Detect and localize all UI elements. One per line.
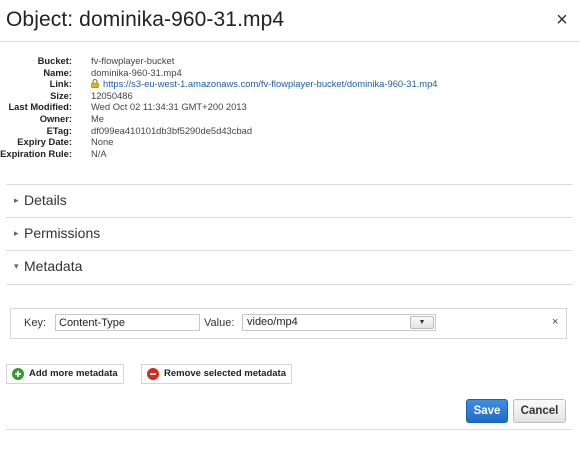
- property-key: ETag:: [46, 124, 72, 136]
- property-key: Size:: [50, 89, 72, 101]
- lock-icon: [91, 79, 99, 89]
- section-label: Metadata: [24, 258, 83, 274]
- section-permissions[interactable]: ▸ Permissions: [6, 218, 573, 250]
- property-key: Expiration Rule:: [0, 147, 72, 159]
- property-key: Link:: [49, 78, 72, 90]
- property-value: None: [91, 136, 114, 148]
- property-row: Size: 12050486: [0, 90, 570, 102]
- metadata-key-label: Key:: [24, 317, 47, 329]
- remove-row-icon[interactable]: ×: [552, 316, 558, 328]
- property-key: Expiry Date:: [17, 136, 72, 148]
- property-row: Last Modified: Wed Oct 02 11:34:31 GMT+2…: [0, 101, 570, 113]
- close-icon[interactable]: ×: [551, 9, 573, 31]
- remove-icon: [147, 368, 159, 380]
- object-link[interactable]: https://s3-eu-west-1.amazonaws.com/fv-fl…: [91, 78, 438, 90]
- cancel-button[interactable]: Cancel: [513, 399, 566, 423]
- object-link-url[interactable]: https://s3-eu-west-1.amazonaws.com/fv-fl…: [103, 78, 438, 89]
- property-value: 12050486: [91, 89, 133, 101]
- property-value: Wed Oct 02 11:34:31 GMT+200 2013: [91, 101, 247, 113]
- property-row: Expiration Rule: N/A: [0, 148, 570, 160]
- section-label: Permissions: [24, 225, 101, 241]
- dropdown-arrow-icon[interactable]: ▼: [410, 316, 434, 329]
- chevron-right-icon: ▸: [14, 195, 19, 205]
- remove-metadata-label: Remove selected metadata: [164, 368, 286, 379]
- dialog-header: Object: dominika-960-31.mp4 ×: [0, 0, 580, 42]
- property-key: Last Modified:: [8, 101, 72, 113]
- property-value: N/A: [91, 147, 107, 159]
- property-key: Bucket:: [37, 55, 72, 66]
- property-row: Link: https://s3-eu-west-1.amazonaws.com…: [0, 78, 570, 90]
- property-value: Me: [91, 112, 105, 124]
- property-row: Owner: Me: [0, 113, 570, 125]
- section-details[interactable]: ▸ Details: [6, 185, 573, 217]
- property-key: Owner:: [39, 112, 72, 124]
- object-properties: Bucket: fv-flowplayer-bucket Name: domin…: [0, 55, 570, 159]
- metadata-value-label: Value:: [204, 317, 235, 329]
- remove-metadata-button[interactable]: Remove selected metadata: [141, 364, 292, 384]
- property-value: fv-flowplayer-bucket: [91, 55, 175, 66]
- property-row: ETag: df099ea410101db3bf5290de5d43cbad: [0, 125, 570, 137]
- divider: [6, 284, 573, 285]
- metadata-value-selected: video/mp4: [247, 316, 298, 328]
- section-metadata[interactable]: ▾ Metadata: [6, 251, 573, 283]
- metadata-row[interactable]: Key: Value: video/mp4 ▼ ×: [10, 308, 567, 339]
- add-metadata-button[interactable]: Add more metadata: [6, 364, 124, 384]
- property-key: Name:: [43, 66, 72, 78]
- divider: [6, 429, 573, 430]
- add-metadata-label: Add more metadata: [29, 368, 118, 379]
- property-row: Expiry Date: None: [0, 136, 570, 148]
- property-row: Name: dominika-960-31.mp4: [0, 67, 570, 79]
- chevron-right-icon: ▸: [14, 228, 19, 238]
- section-label: Details: [24, 192, 67, 208]
- metadata-key-input[interactable]: [55, 314, 200, 331]
- property-value: dominika-960-31.mp4: [91, 66, 182, 78]
- property-row: Bucket: fv-flowplayer-bucket: [0, 55, 570, 67]
- save-button[interactable]: Save: [466, 399, 508, 423]
- add-icon: [12, 368, 24, 380]
- metadata-value-select[interactable]: video/mp4 ▼: [242, 314, 436, 331]
- property-value: df099ea410101db3bf5290de5d43cbad: [91, 124, 253, 136]
- chevron-down-icon: ▾: [14, 261, 19, 271]
- dialog-title: Object: dominika-960-31.mp4: [6, 8, 285, 31]
